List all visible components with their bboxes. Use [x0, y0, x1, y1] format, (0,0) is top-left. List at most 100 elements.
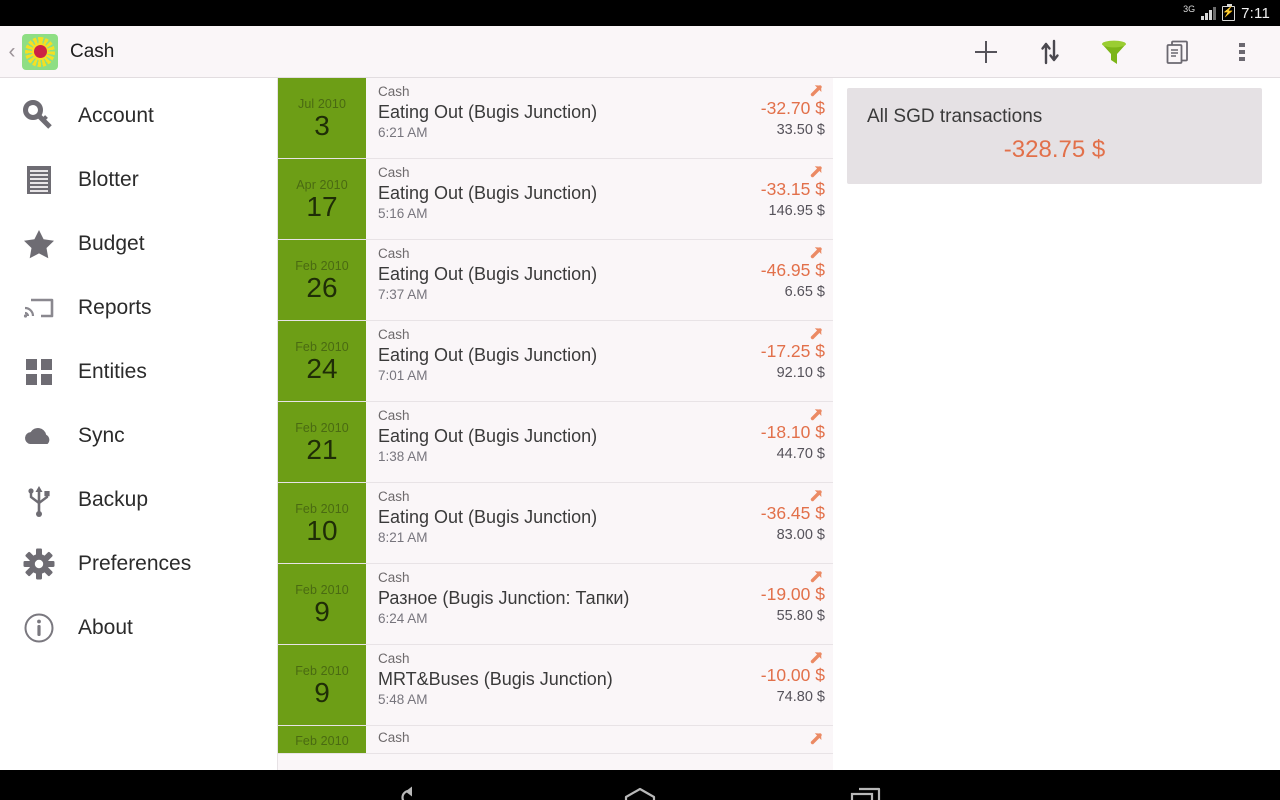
- sidebar-item-label: Sync: [78, 424, 125, 447]
- recents-icon: [850, 787, 881, 800]
- sidebar-item-blotter[interactable]: Blotter: [0, 148, 277, 212]
- transaction-details: Cash Eating Out (Bugis Junction) 1:38 AM: [366, 402, 703, 482]
- grid-squares-icon: [20, 353, 58, 391]
- sunflower-icon[interactable]: [22, 33, 58, 70]
- back-nav-button[interactable]: [386, 778, 442, 800]
- transaction-row[interactable]: Feb 2010 24 Cash Eating Out (Bugis Junction…: [278, 321, 833, 402]
- summary-amount: -328.75 $: [1003, 136, 1106, 163]
- transaction-day: 3: [314, 110, 330, 142]
- arrow-up-right-icon: [808, 406, 825, 422]
- transaction-date-block: Feb 2010 26: [278, 240, 366, 320]
- home-nav-button[interactable]: [612, 778, 668, 800]
- transaction-category: Eating Out (Bugis Junction): [378, 344, 598, 365]
- transaction-category: Eating Out (Bugis Junction): [378, 425, 598, 446]
- sidebar-item-about[interactable]: About: [0, 596, 277, 660]
- transaction-day: 21: [306, 434, 338, 466]
- transaction-amount: -36.45 $: [760, 503, 825, 523]
- transaction-details: Cash Eating Out (Bugis Junction) 6:21 AM: [366, 78, 703, 158]
- arrow-up-right-icon: [808, 325, 825, 341]
- funnel-icon: [1102, 40, 1126, 64]
- main-content: Account Blotter Budget Reports Entities …: [0, 78, 1280, 770]
- arrow-up-right-icon: [808, 163, 825, 179]
- copy-pages-icon: [1166, 40, 1188, 64]
- transaction-time: 5:48 AM: [378, 692, 428, 708]
- transaction-row[interactable]: Feb 2010 21 Cash Eating Out (Bugis Junction…: [278, 402, 833, 483]
- more-vertical-icon: [1239, 42, 1245, 61]
- transaction-balance: 74.80 $: [776, 688, 825, 705]
- duplicate-button[interactable]: [1146, 26, 1210, 78]
- transaction-row[interactable]: Feb 2010 26 Cash Eating Out (Bugis Junction…: [278, 240, 833, 321]
- sidebar-item-label: Blotter: [78, 168, 139, 191]
- transaction-row[interactable]: Feb 2010 10 Cash Eating Out (Bugis Junction…: [278, 483, 833, 564]
- filter-button[interactable]: [1082, 26, 1146, 78]
- transaction-balance: 6.65 $: [784, 283, 825, 300]
- transaction-balance: 33.50 $: [776, 121, 825, 138]
- transaction-time: 6:21 AM: [378, 125, 428, 141]
- transaction-date-block: Feb 2010 9: [278, 564, 366, 644]
- transaction-day: 9: [314, 677, 330, 709]
- sidebar-item-backup[interactable]: Backup: [0, 468, 277, 532]
- sidebar-item-sync[interactable]: Sync: [0, 404, 277, 468]
- recents-nav-button[interactable]: [838, 778, 894, 800]
- sidebar-item-account[interactable]: Account: [0, 84, 277, 148]
- key-icon: [20, 97, 58, 135]
- transaction-balance: 146.95 $: [768, 202, 825, 219]
- transaction-date-block: Feb 2010 21: [278, 402, 366, 482]
- sidebar-item-label: Account: [78, 104, 154, 127]
- transaction-category: Eating Out (Bugis Junction): [378, 263, 598, 284]
- transaction-date-block: Feb 2010 9: [278, 645, 366, 725]
- sidebar-item-budget[interactable]: Budget: [0, 212, 277, 276]
- transaction-row[interactable]: Feb 2010 9 Cash MRT&Buses (Bugis Junction) 5…: [278, 645, 833, 726]
- transaction-time: 6:24 AM: [378, 611, 428, 627]
- add-transaction-button[interactable]: [954, 26, 1018, 78]
- transaction-account: Cash: [378, 408, 410, 423]
- cast-screen-icon: [20, 289, 58, 327]
- transaction-row[interactable]: Jul 2010 3 Cash Eating Out (Bugis Junction)…: [278, 78, 833, 159]
- summary-label: All SGD transactions: [867, 106, 1043, 127]
- transaction-month: Feb 2010: [295, 259, 349, 274]
- transaction-day: 10: [306, 515, 338, 547]
- sidebar-item-entities[interactable]: Entities: [0, 340, 277, 404]
- transaction-amounts: -10.00 $ 74.80 $: [703, 645, 833, 725]
- sort-arrows-icon: [1041, 39, 1059, 64]
- transaction-amount: -19.00 $: [760, 584, 825, 604]
- arrow-up-right-icon: [808, 568, 825, 584]
- transaction-time: 8:21 AM: [378, 530, 428, 546]
- lined-document-icon: [20, 161, 58, 199]
- transaction-balance: 44.70 $: [776, 445, 825, 462]
- transaction-amounts: -18.10 $ 44.70 $: [703, 402, 833, 482]
- transaction-list[interactable]: Jul 2010 3 Cash Eating Out (Bugis Junction)…: [278, 78, 833, 770]
- transaction-details: Cash Eating Out (Bugis Junction) 7:01 AM: [366, 321, 703, 401]
- transaction-row[interactable]: Feb 2010 9 Cash Разное (Bugis Junction: Тап…: [278, 564, 833, 645]
- transaction-category: Eating Out (Bugis Junction): [378, 182, 598, 203]
- action-bar: ‹ Cash: [0, 26, 1280, 78]
- transaction-time: 5:16 AM: [378, 206, 428, 222]
- sidebar-item-label: About: [78, 616, 133, 639]
- overflow-button[interactable]: [1210, 26, 1274, 78]
- page-title: Cash: [70, 40, 115, 62]
- signal-strength-icon: [1201, 6, 1217, 20]
- plus-icon: [975, 40, 997, 63]
- transaction-day: 26: [306, 272, 338, 304]
- sidebar-item-preferences[interactable]: Preferences: [0, 532, 277, 596]
- transaction-account: Cash: [378, 730, 410, 745]
- transaction-category: Разное (Bugis Junction: Тапки): [378, 587, 630, 608]
- arrow-up-right-icon: [808, 730, 825, 746]
- cloud-icon: [20, 417, 58, 455]
- transaction-date-block: Feb 2010: [278, 726, 366, 753]
- usb-icon: [20, 481, 58, 519]
- transaction-day: 24: [306, 353, 338, 385]
- transaction-row[interactable]: Feb 2010 Cash: [278, 726, 833, 754]
- transaction-month: Feb 2010: [295, 664, 349, 679]
- transaction-date-block: Jul 2010 3: [278, 78, 366, 158]
- sort-button[interactable]: [1018, 26, 1082, 78]
- arrow-up-right-icon: [808, 82, 825, 98]
- back-chevron-icon[interactable]: ‹: [4, 40, 20, 64]
- transaction-amounts: -36.45 $ 83.00 $: [703, 483, 833, 563]
- info-circle-icon: [20, 609, 58, 647]
- status-clock: 7:11: [1241, 4, 1270, 22]
- transaction-month: Apr 2010: [296, 178, 348, 193]
- system-navigation-bar: [0, 770, 1280, 800]
- transaction-row[interactable]: Apr 2010 17 Cash Eating Out (Bugis Junction…: [278, 159, 833, 240]
- sidebar-item-reports[interactable]: Reports: [0, 276, 277, 340]
